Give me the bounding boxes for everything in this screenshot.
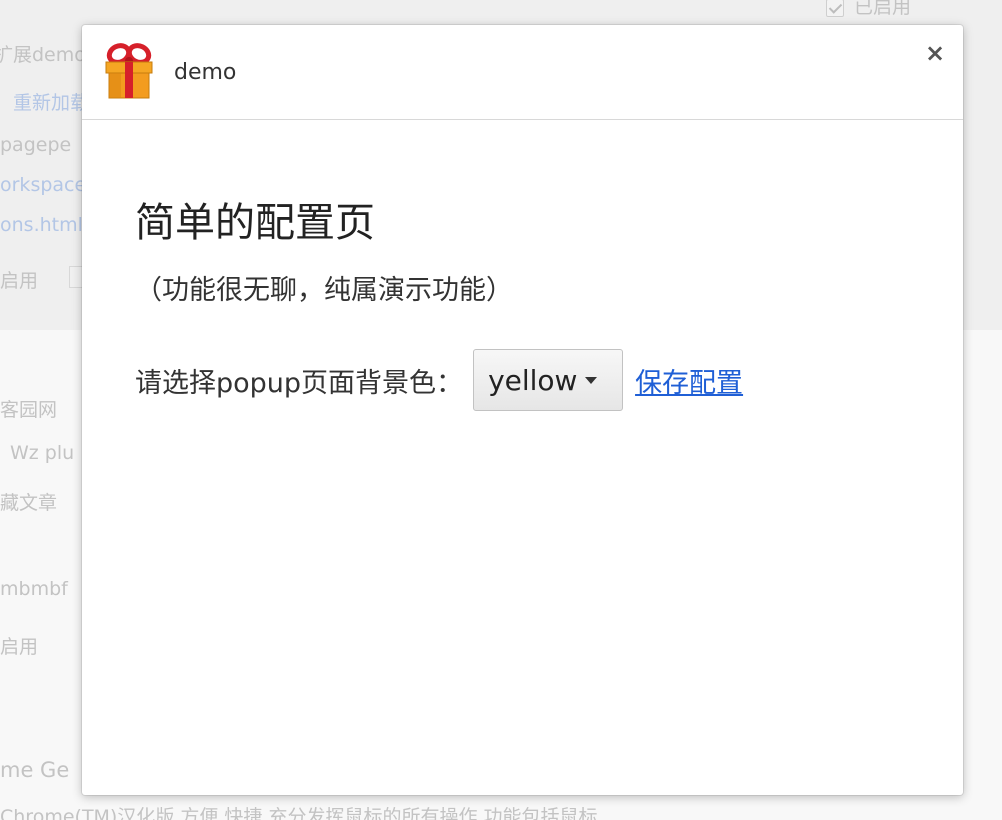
close-button[interactable]: × bbox=[920, 39, 950, 69]
backdrop-enabled-checkbox: 已启用 bbox=[826, 0, 911, 19]
backdrop-text: 扩展demo bbox=[0, 44, 86, 66]
backdrop-text: 启用 bbox=[0, 270, 39, 292]
backdrop-link: orkspace bbox=[0, 174, 87, 196]
select-label: 请选择popup页面背景色： bbox=[135, 367, 464, 399]
page-subtitle: （功能很无聊，纯属演示功能） bbox=[135, 275, 513, 306]
checkbox-icon bbox=[826, 0, 844, 17]
save-config-link[interactable]: 保存配置 bbox=[635, 361, 743, 400]
backdrop-text: Chrome(TM)汉化版 方便 快捷 充分发挥鼠标的所有操作 功能包括鼠标 bbox=[0, 806, 598, 820]
caret-down-icon bbox=[585, 376, 598, 384]
options-content: 简单的配置页 （功能很无聊，纯属演示功能） 请选择popup页面背景色： yel… bbox=[135, 195, 935, 411]
background-color-select[interactable]: yellow bbox=[473, 349, 624, 411]
backdrop-text: mbmbf bbox=[0, 578, 68, 600]
backdrop-link: 重新加载 bbox=[13, 92, 90, 114]
select-value: yellow bbox=[488, 363, 578, 397]
options-dialog: demo × 简单的配置页 （功能很无聊，纯属演示功能） 请选择popup页面背… bbox=[82, 25, 963, 795]
backdrop-text: 藏文章 bbox=[0, 492, 58, 514]
backdrop-text: me Ge bbox=[0, 758, 70, 782]
background-color-row: 请选择popup页面背景色： yellow 保存配置 bbox=[135, 349, 935, 411]
extension-name: demo bbox=[174, 60, 237, 85]
dialog-header: demo × bbox=[82, 25, 963, 120]
page-title: 简单的配置页 bbox=[135, 200, 375, 246]
backdrop-text: 启用 bbox=[0, 636, 39, 658]
backdrop-link: ons.html bbox=[0, 214, 83, 236]
gift-icon bbox=[105, 43, 153, 99]
backdrop-text: Wz plu bbox=[10, 442, 75, 464]
backdrop-enabled-label: 已启用 bbox=[854, 0, 912, 18]
backdrop-text: 客园网 bbox=[0, 399, 58, 421]
backdrop-text: pagepe bbox=[0, 134, 72, 156]
